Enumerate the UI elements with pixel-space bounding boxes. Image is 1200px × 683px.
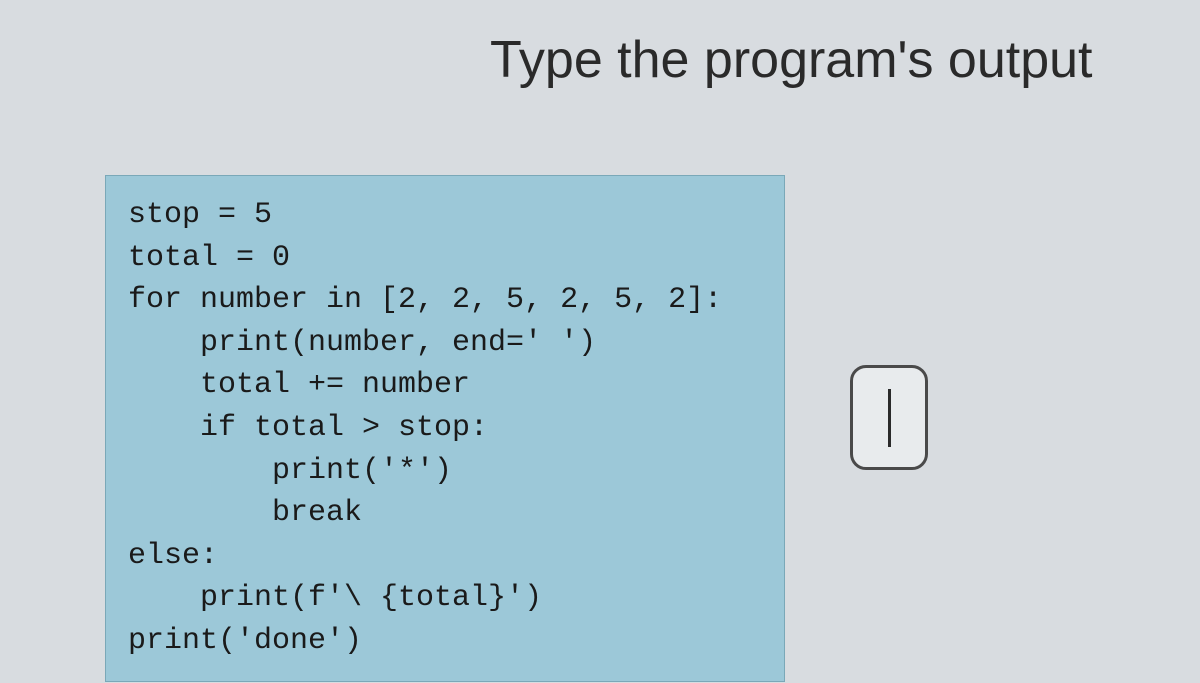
question-title: Type the program's output xyxy=(490,30,1093,90)
text-cursor xyxy=(888,389,891,447)
code-line: print(number, end=' ') xyxy=(128,326,596,360)
code-line: total += number xyxy=(128,368,470,402)
code-line: stop = 5 xyxy=(128,198,272,232)
code-line: print(f'\ {total}') xyxy=(128,581,542,615)
answer-input[interactable] xyxy=(850,365,928,470)
code-line: print('*') xyxy=(128,454,452,488)
code-line: break xyxy=(128,496,362,530)
code-block: stop = 5 total = 0 for number in [2, 2, … xyxy=(105,175,785,682)
code-line: print('done') xyxy=(128,624,362,658)
code-line: total = 0 xyxy=(128,241,290,275)
code-line: else: xyxy=(128,539,218,573)
code-line: for number in [2, 2, 5, 2, 5, 2]: xyxy=(128,283,722,317)
code-line: if total > stop: xyxy=(128,411,488,445)
